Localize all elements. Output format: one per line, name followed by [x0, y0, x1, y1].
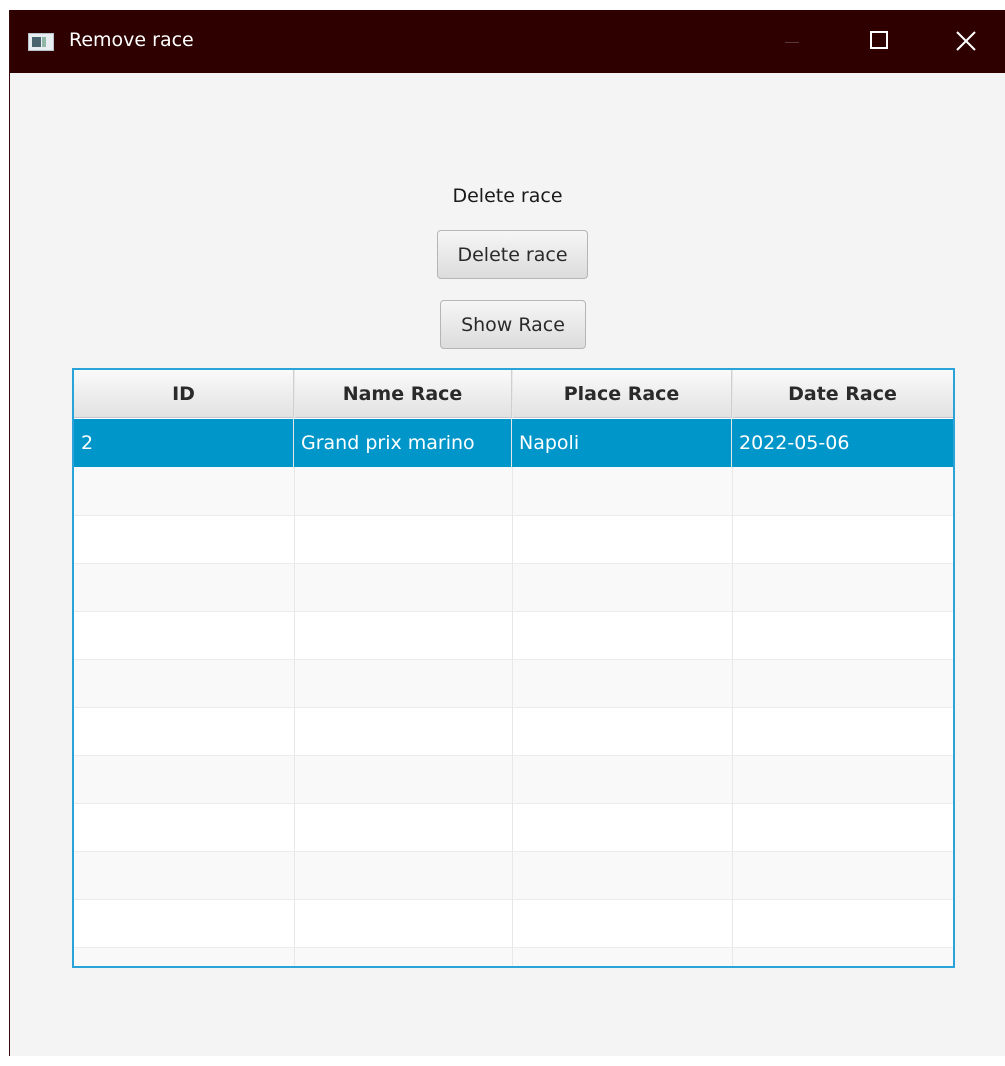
empty-row[interactable] — [74, 515, 953, 563]
column-header-id[interactable]: ID — [74, 370, 294, 418]
empty-row[interactable] — [74, 755, 953, 803]
maximize-button[interactable] — [849, 10, 907, 73]
empty-row[interactable] — [74, 563, 953, 611]
minimize-icon — [785, 42, 799, 43]
title-bar[interactable]: Remove race — [10, 10, 1005, 73]
empty-row[interactable] — [74, 467, 953, 515]
close-button[interactable] — [936, 10, 994, 73]
empty-row[interactable] — [74, 899, 953, 947]
delete-race-button[interactable]: Delete race — [437, 230, 588, 279]
empty-row[interactable] — [74, 803, 953, 851]
table-header: ID Name Race Place Race Date Race — [74, 370, 953, 418]
window-title: Remove race — [69, 29, 194, 51]
close-icon — [956, 31, 976, 51]
empty-row[interactable] — [74, 707, 953, 755]
race-table[interactable]: ID Name Race Place Race Date Race 2 Gran… — [72, 368, 955, 968]
cell-id: 2 — [74, 419, 294, 467]
minimize-button[interactable] — [763, 10, 821, 73]
empty-row[interactable] — [74, 659, 953, 707]
cell-name-race: Grand prix marino — [294, 419, 512, 467]
column-header-place-race[interactable]: Place Race — [512, 370, 732, 418]
empty-row[interactable] — [74, 611, 953, 659]
page-heading: Delete race — [452, 185, 563, 207]
desktop-strip — [0, 0, 1005, 10]
empty-row[interactable] — [74, 947, 953, 966]
table-row[interactable]: 2 Grand prix marino Napoli 2022-05-06 — [74, 419, 953, 467]
cell-place-race: Napoli — [512, 419, 732, 467]
app-icon — [28, 33, 54, 51]
column-header-name-race[interactable]: Name Race — [294, 370, 512, 418]
remove-race-window: Remove race Delete race Delete race Show… — [9, 10, 1005, 1056]
show-race-button[interactable]: Show Race — [440, 300, 586, 349]
maximize-icon — [870, 31, 888, 49]
cell-date-race: 2022-05-06 — [739, 432, 850, 454]
empty-row[interactable] — [74, 851, 953, 899]
column-header-date-race[interactable]: Date Race — [732, 370, 953, 418]
